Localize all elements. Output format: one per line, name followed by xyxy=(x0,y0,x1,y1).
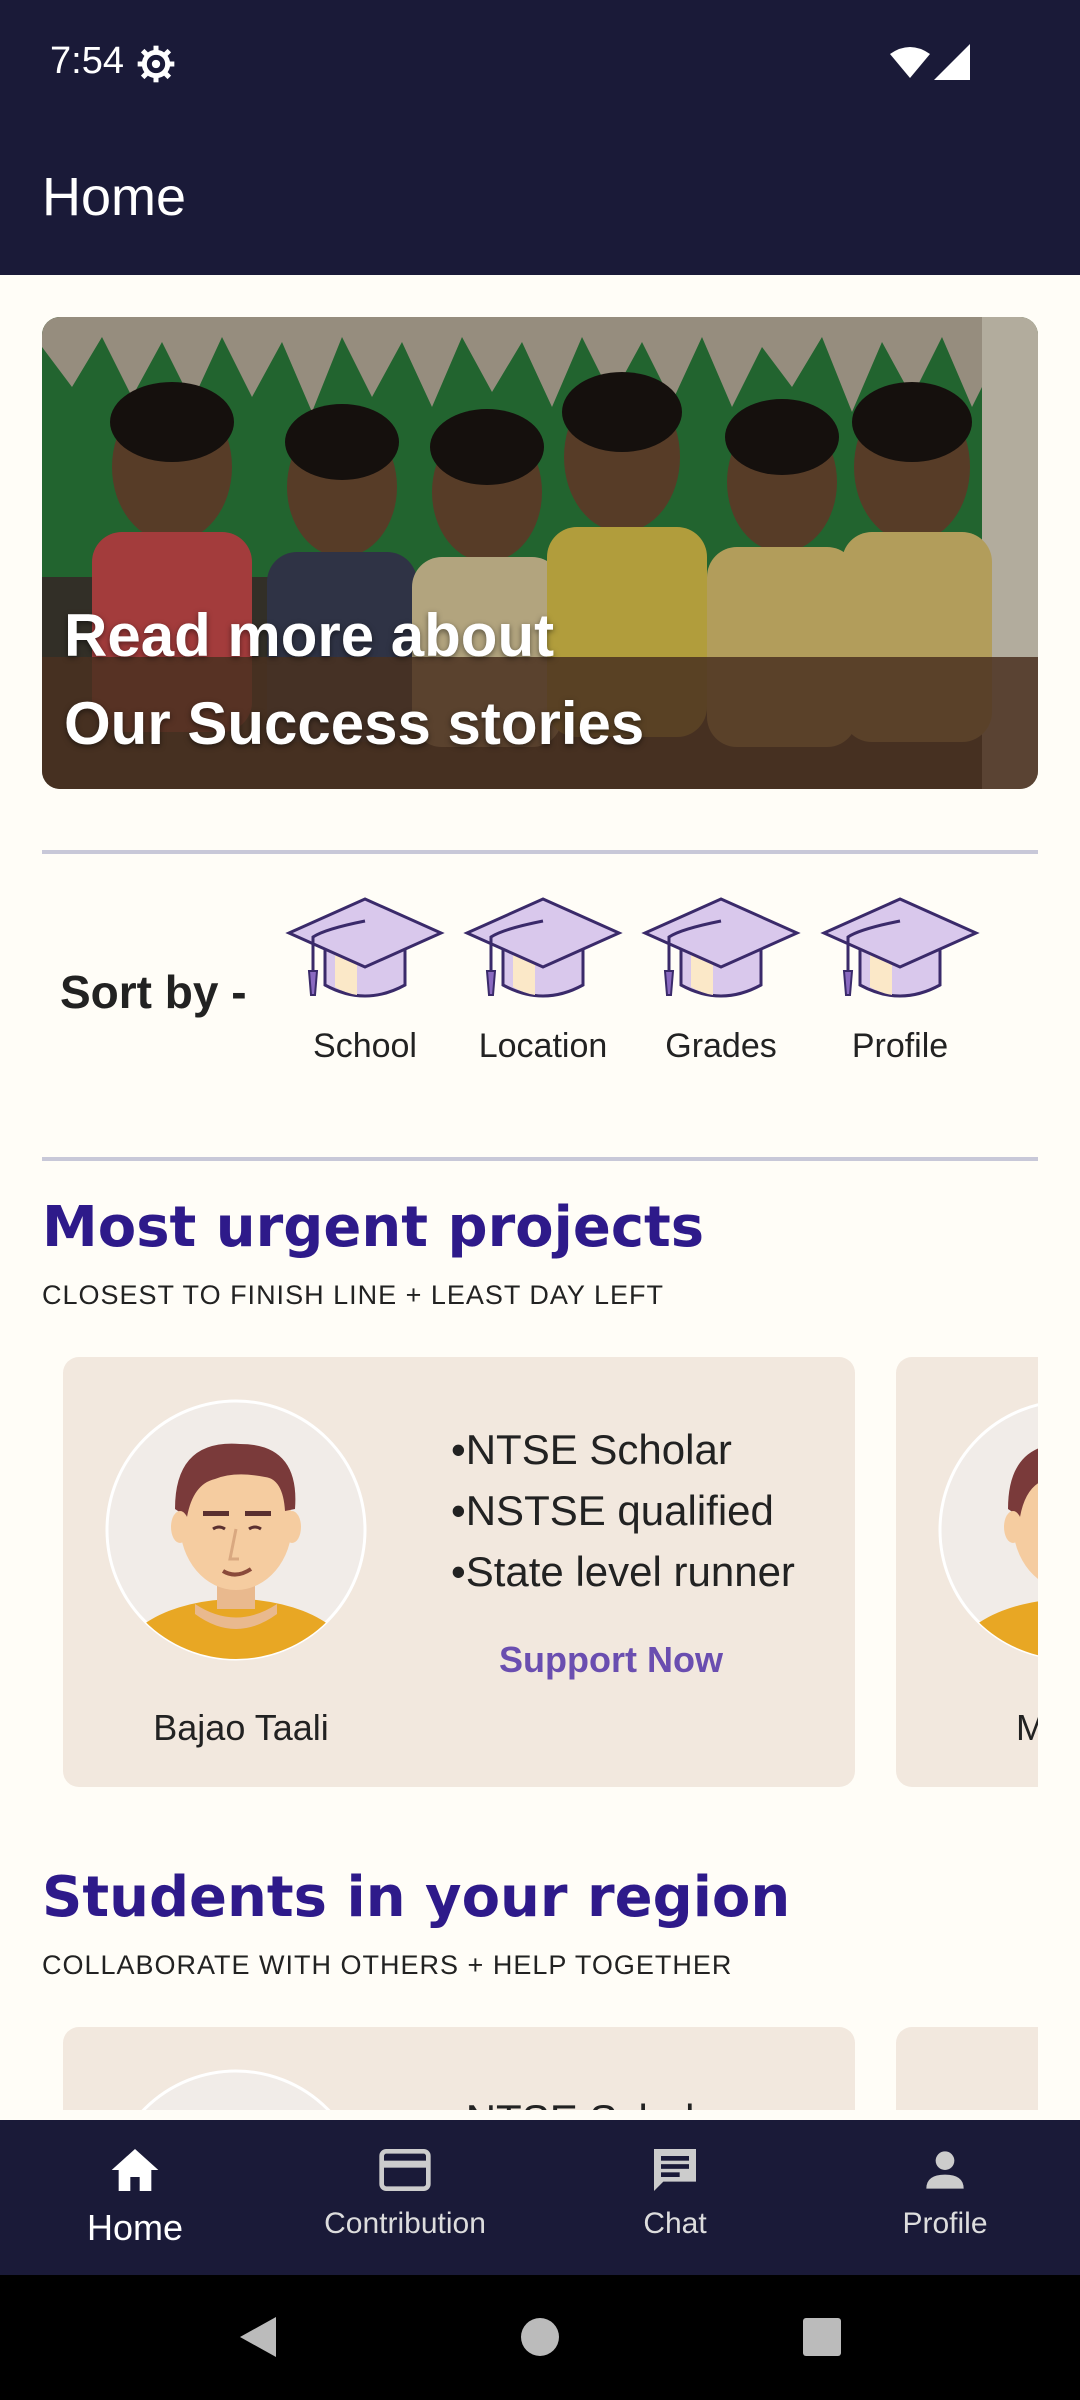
graduation-cap-icon xyxy=(641,897,801,998)
region-section-subtitle: COLLABORATE WITH OTHERS + HELP TOGETHER xyxy=(42,1950,733,1980)
achievement-list: NTSE Scholar NSTSE qualified State level… xyxy=(451,1419,795,1602)
bottom-nav: Home Contribution Chat Profile xyxy=(0,2120,1080,2275)
achievement-item: NSTSE qualified xyxy=(451,1480,795,1541)
sort-option-grades[interactable]: Grades xyxy=(636,895,806,1066)
home-content[interactable]: Read more about Our Success stories Sort… xyxy=(0,275,1080,2110)
sort-label: Sort by - xyxy=(60,966,247,1018)
divider xyxy=(42,1157,1038,1161)
card-icon xyxy=(379,2149,431,2191)
student-name: M xyxy=(1016,1707,1038,1748)
gear-icon xyxy=(137,45,175,83)
sort-option-label: Location xyxy=(478,1027,608,1065)
nav-contribution-label: Contribution xyxy=(324,2207,486,2240)
student-avatar xyxy=(105,1399,367,1661)
achievement-list: NTSE Scholar xyxy=(451,2089,732,2110)
support-now-button[interactable]: Support Now xyxy=(451,1639,771,1681)
nav-home[interactable]: Home xyxy=(0,2120,270,2275)
home-icon xyxy=(111,2149,159,2191)
banner-caption: Read more about Our Success stories xyxy=(64,592,644,768)
student-card[interactable] xyxy=(896,2027,1038,2110)
nav-profile-label: Profile xyxy=(902,2207,988,2240)
sort-option-label: School xyxy=(313,1027,417,1065)
success-stories-banner[interactable]: Read more about Our Success stories xyxy=(42,317,1038,789)
graduation-cap-icon xyxy=(285,897,445,998)
home-circle-icon[interactable] xyxy=(518,2315,562,2359)
signal-icon xyxy=(934,44,970,80)
recents-icon[interactable] xyxy=(800,2315,844,2359)
student-name: Bajao Taali xyxy=(153,1707,329,1748)
nav-profile[interactable]: Profile xyxy=(810,2120,1080,2275)
person-icon xyxy=(926,2151,964,2189)
nav-chat-label: Chat xyxy=(643,2207,707,2240)
urgent-section-title: Most urgent projects xyxy=(42,1195,705,1260)
student-avatar xyxy=(141,2069,331,2110)
achievement-item: NTSE Scholar xyxy=(451,1419,795,1480)
chat-icon xyxy=(654,2149,696,2191)
page-title: Home xyxy=(42,167,187,227)
student-avatar xyxy=(938,1403,1038,1659)
status-bar: 7:54 xyxy=(0,0,1080,130)
region-section-title: Students in your region xyxy=(42,1865,791,1930)
graduation-cap-icon xyxy=(820,897,980,998)
sort-option-label: Grades xyxy=(665,1027,777,1065)
achievement-item: State level runner xyxy=(451,1541,795,1602)
nav-home-label: Home xyxy=(86,2207,184,2248)
nav-contribution[interactable]: Contribution xyxy=(270,2120,540,2275)
back-icon[interactable] xyxy=(236,2315,280,2359)
system-nav-bar xyxy=(0,2275,1080,2400)
sort-option-school[interactable]: School xyxy=(280,895,450,1066)
student-card[interactable]: NTSE Scholar xyxy=(63,2027,855,2110)
student-card[interactable]: M xyxy=(896,1357,1038,1787)
student-card[interactable]: Bajao Taali NTSE Scholar NSTSE qualified… xyxy=(63,1357,855,1787)
graduation-cap-icon xyxy=(463,897,623,998)
app-bar: Home xyxy=(0,130,1080,275)
sort-option-label: Profile xyxy=(851,1027,949,1065)
banner-line-1: Read more about xyxy=(64,602,555,669)
divider xyxy=(42,850,1038,854)
urgent-section-subtitle: CLOSEST TO FINISH LINE + LEAST DAY LEFT xyxy=(42,1280,664,1310)
status-time: 7:54 xyxy=(50,40,124,82)
wifi-icon xyxy=(890,47,930,78)
achievement-item: NTSE Scholar xyxy=(451,2089,732,2110)
sort-option-location[interactable]: Location xyxy=(458,895,628,1066)
nav-chat[interactable]: Chat xyxy=(540,2120,810,2275)
banner-line-2: Our Success stories xyxy=(64,690,645,757)
sort-option-profile[interactable]: Profile xyxy=(815,895,985,1066)
